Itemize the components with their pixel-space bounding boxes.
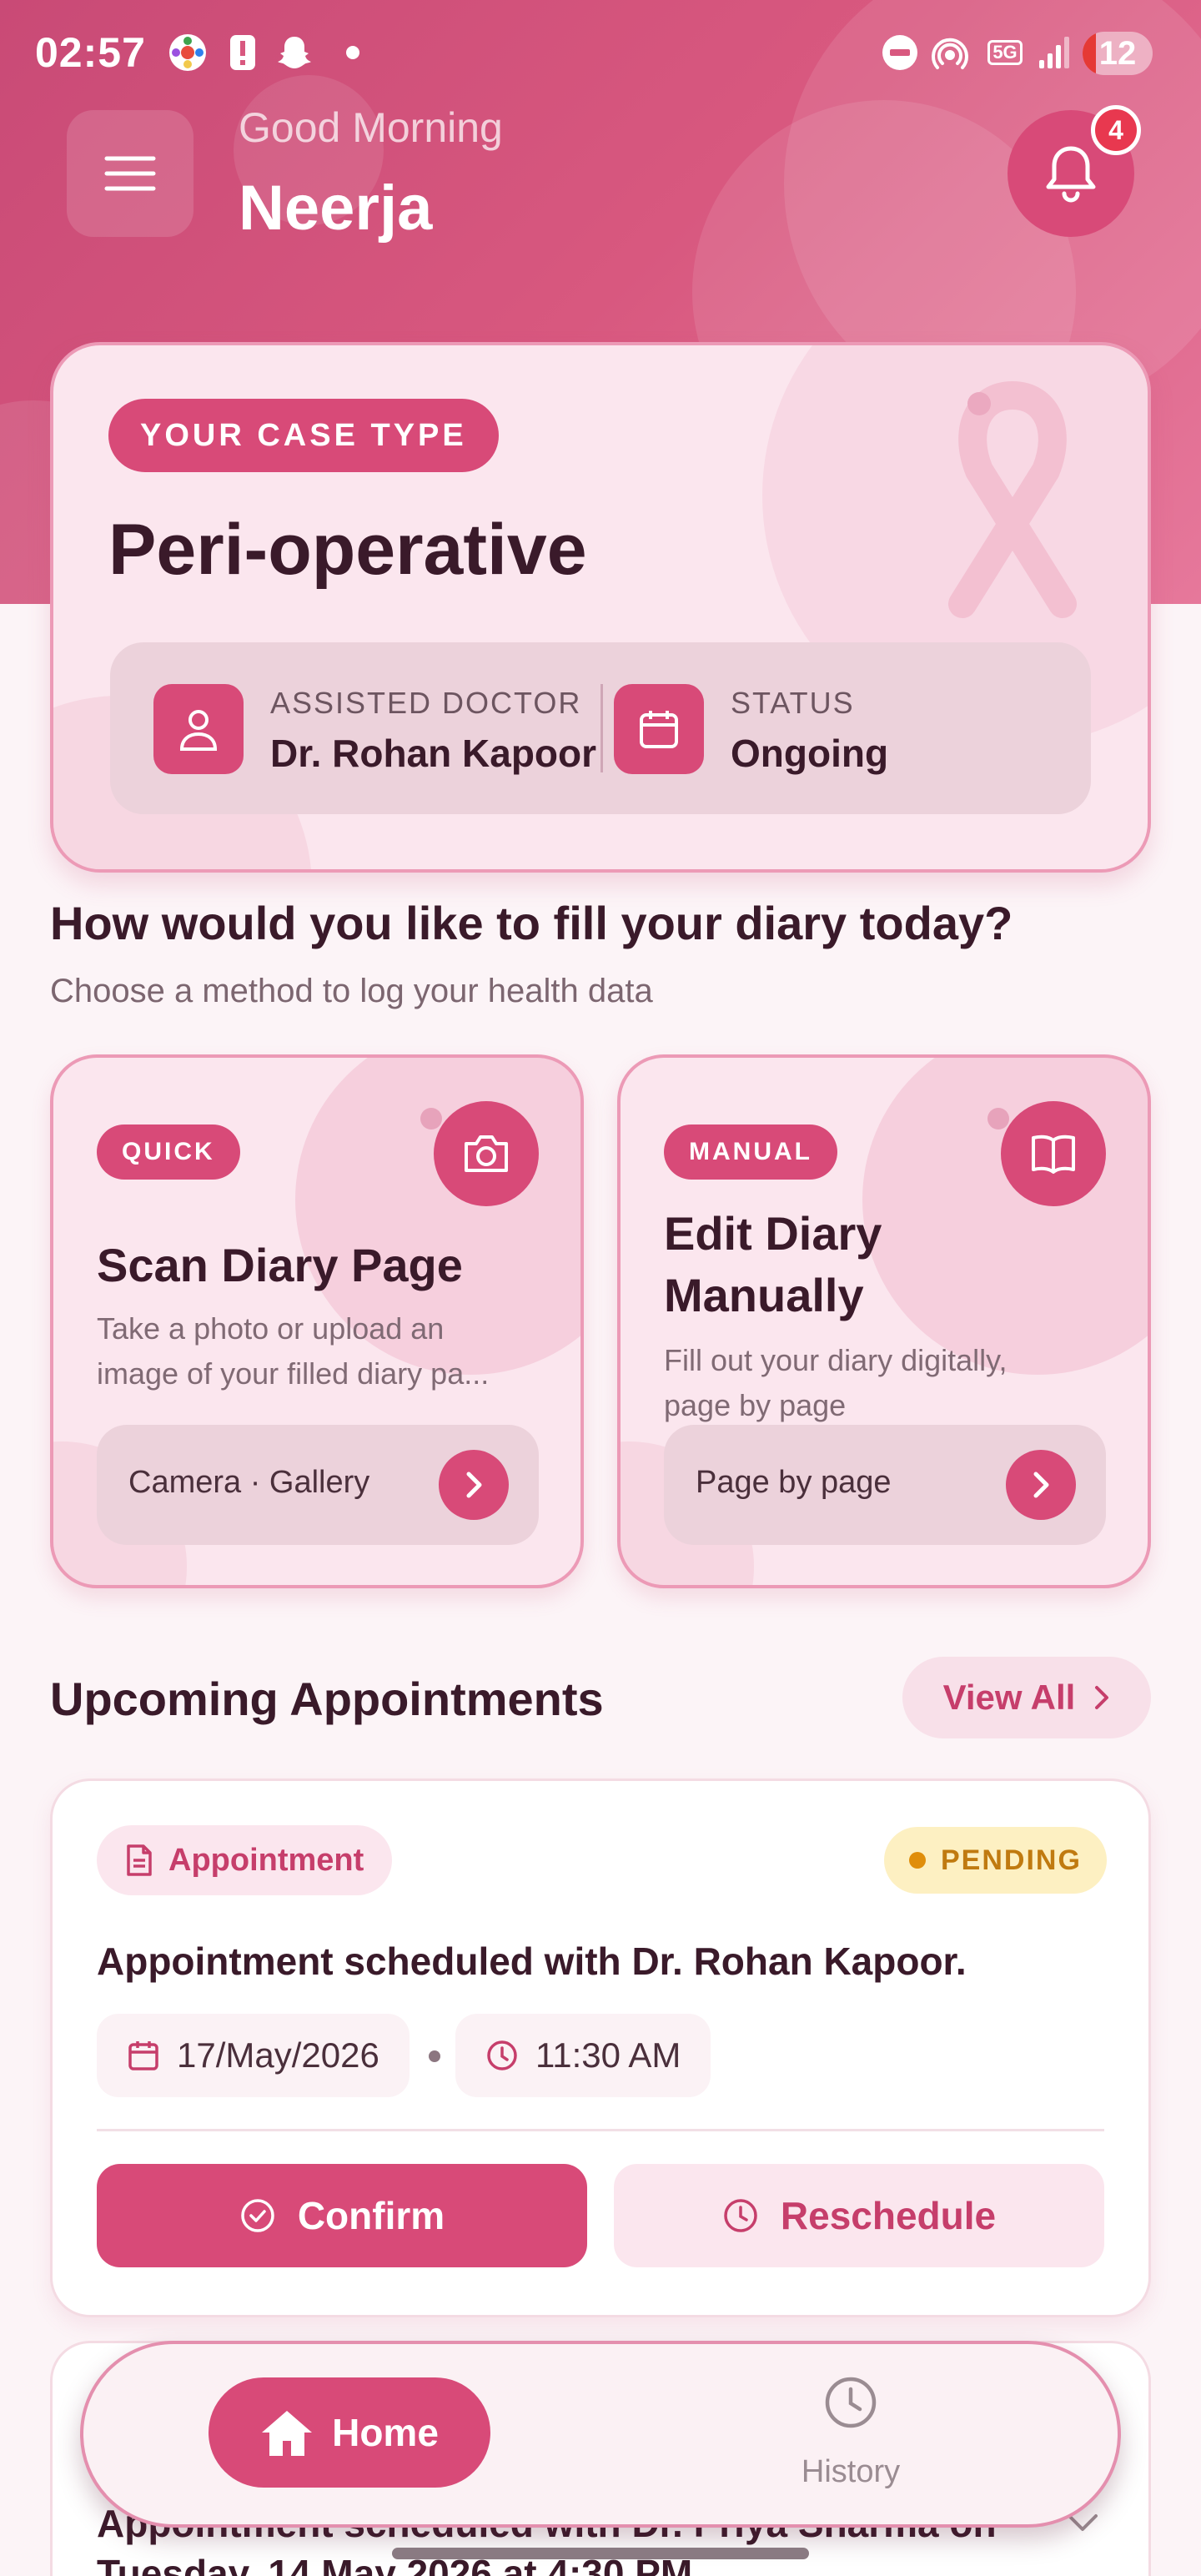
battery-indicator: 12 [1083, 32, 1153, 75]
home-icon [262, 2411, 313, 2456]
check-circle-icon [241, 2199, 274, 2232]
confirm-label: Confirm [297, 2194, 445, 2237]
pinwheel-app-icon [168, 33, 207, 72]
scan-diary-desc-1: Take a photo or upload an [97, 1311, 445, 1346]
scan-diary-desc-2: image of your filled diary pa... [97, 1356, 490, 1391]
status-value: Ongoing [731, 732, 889, 775]
battery-level: 12 [1098, 34, 1137, 72]
manual-icon-button [1001, 1101, 1106, 1206]
status-bar: 02:57 5G 12 [0, 0, 1201, 108]
status-time: 02:57 [35, 29, 146, 76]
diary-section-title: How would you like to fill your diary to… [50, 897, 1013, 949]
nav-home-label: Home [332, 2411, 439, 2454]
hamburger-menu-icon [104, 156, 156, 191]
calendar-icon [640, 711, 678, 748]
decor-dot [987, 1108, 1009, 1130]
clock-icon [724, 2199, 757, 2232]
status-badge-label: PENDING [941, 1844, 1082, 1876]
appointment-type-tag: Appointment [97, 1825, 393, 1895]
edit-diary-desc-2: page by page [664, 1388, 847, 1422]
scan-action-row[interactable]: Camera · Gallery [97, 1425, 539, 1545]
hotspot-icon [931, 33, 969, 72]
appointment-date-chip: 17/May/2026 [97, 2014, 410, 2097]
appointment-date: 17/May/2026 [177, 2035, 379, 2075]
confirm-button[interactable]: Confirm [97, 2164, 587, 2267]
clock-icon [487, 2040, 517, 2070]
appointment-time-chip: 11:30 AM [455, 2014, 711, 2097]
scan-arrow-button[interactable] [439, 1450, 509, 1520]
reschedule-button[interactable]: Reschedule [614, 2164, 1104, 2267]
status-badge: PENDING [884, 1827, 1107, 1894]
scan-action-label: Camera · Gallery [128, 1465, 370, 1500]
awareness-ribbon-icon [948, 381, 1077, 618]
notification-badge: 4 [1091, 105, 1141, 155]
gesture-bar [392, 2548, 809, 2559]
appointments-title: Upcoming Appointments [50, 1673, 604, 1725]
do-not-disturb-icon [881, 33, 919, 72]
edit-diary-title-1: Edit Diary [664, 1207, 882, 1260]
user-name: Neerja [239, 173, 433, 244]
doctor-name: Dr. Rohan Kapoor [270, 732, 597, 775]
decor-dot [420, 1108, 442, 1130]
camera-icon [465, 1135, 508, 1172]
chevron-right-icon [466, 1472, 482, 1498]
view-all-button[interactable]: View All [902, 1657, 1151, 1738]
nav-home-button[interactable]: Home [209, 2377, 490, 2488]
chip-separator [429, 2050, 440, 2062]
info-divider [600, 684, 603, 772]
chevron-right-icon [1095, 1686, 1109, 1709]
appointment-divider [97, 2129, 1104, 2131]
manual-tag: MANUAL [664, 1124, 837, 1180]
status-icon-box [614, 684, 704, 774]
status-label: STATUS [731, 686, 855, 720]
alert-notification-icon [224, 33, 262, 72]
network-label: 5G [987, 40, 1023, 65]
pending-dot [909, 1852, 926, 1869]
view-all-label: View All [942, 1678, 1076, 1717]
case-type-label: YOUR CASE TYPE [108, 399, 499, 472]
scan-diary-title: Scan Diary Page [97, 1239, 463, 1291]
nav-history-button[interactable]: History [784, 2374, 917, 2491]
appointment-time: 11:30 AM [535, 2035, 681, 2075]
scan-icon-button [434, 1101, 539, 1206]
reschedule-label: Reschedule [780, 2194, 997, 2237]
manual-action-label: Page by page [696, 1465, 892, 1500]
appointment-type-label: Appointment [168, 1842, 364, 1878]
manual-action-row[interactable]: Page by page [664, 1425, 1106, 1545]
doctor-icon-box [153, 684, 244, 774]
nav-history-label: History [801, 2454, 901, 2489]
greeting-text: Good Morning [239, 104, 503, 151]
chevron-right-icon [1033, 1472, 1049, 1498]
doctor-label: ASSISTED DOCTOR [270, 686, 582, 720]
case-type-value: Peri-operative [108, 510, 587, 590]
bell-icon [1046, 146, 1096, 203]
person-icon [179, 710, 218, 751]
snapchat-icon [275, 33, 314, 72]
menu-button[interactable] [67, 110, 193, 237]
calendar-icon [128, 2041, 158, 2070]
network-5g-icon: 5G [984, 33, 1026, 72]
edit-diary-desc-1: Fill out your diary digitally, [664, 1343, 1008, 1377]
diary-section-subtitle: Choose a method to log your health data [50, 973, 653, 1009]
manual-arrow-button[interactable] [1006, 1450, 1076, 1520]
quick-tag: QUICK [97, 1124, 240, 1180]
edit-diary-title-2: Manually [664, 1269, 864, 1321]
history-clock-icon [825, 2377, 877, 2428]
book-icon [1032, 1135, 1075, 1174]
more-dot-icon [334, 33, 372, 72]
document-icon [127, 1844, 152, 1876]
appointment-description: Appointment scheduled with Dr. Rohan Kap… [97, 1940, 967, 1983]
signal-strength-icon [1036, 33, 1074, 72]
